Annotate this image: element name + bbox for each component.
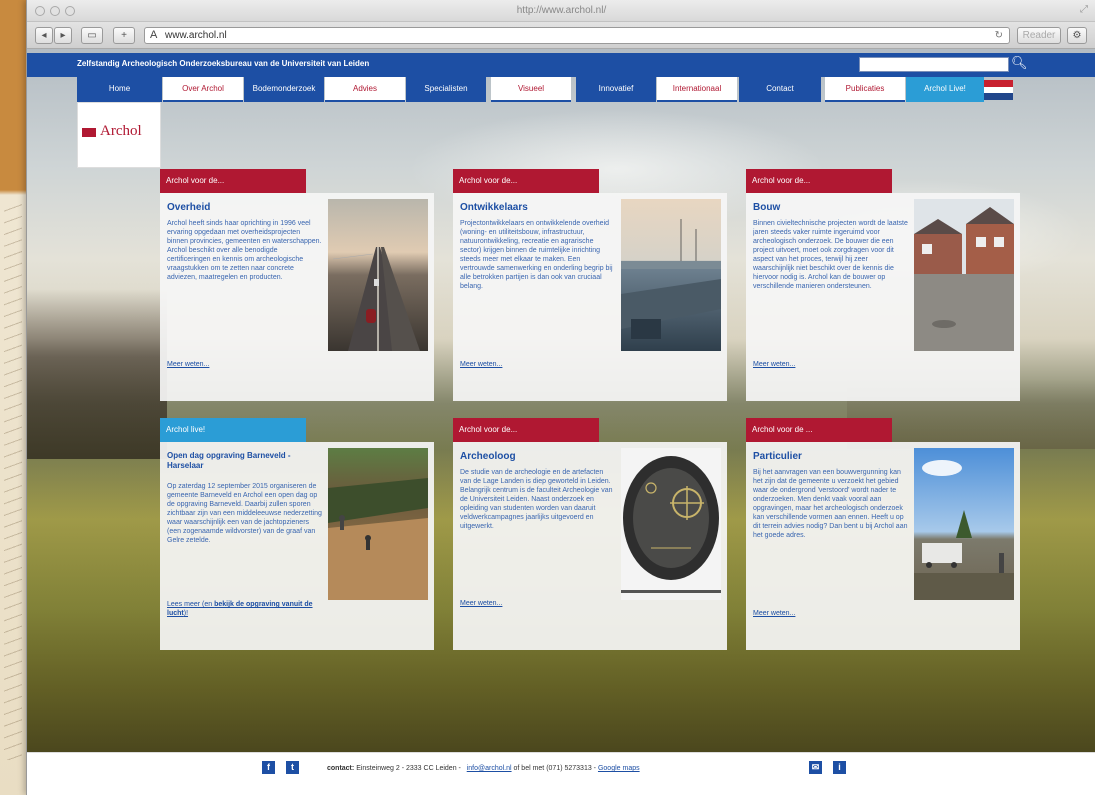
card-ontwikkelaars: Ontwikkelaars Projectontwikkelaars en on… (453, 193, 727, 401)
nav-archol-live[interactable]: Archol Live! (906, 77, 984, 102)
excavation-photo (328, 448, 428, 600)
add-bookmark-button[interactable]: + (113, 27, 135, 44)
construction-site-photo (621, 199, 721, 351)
reader-button[interactable]: Reader (1017, 27, 1061, 44)
card-category-tab: Archol voor de... (746, 169, 892, 193)
card-particulier: Particulier Bij het aanvragen van een bo… (746, 442, 1020, 650)
logo-text: Archol (100, 123, 142, 139)
google-maps-link[interactable]: Google maps (598, 765, 640, 772)
card-more-link[interactable]: Meer weten... (753, 610, 795, 617)
site-footer: f t contact: Einsteinweg 2 - 2333 CC Lei… (27, 752, 1095, 795)
highway-photo (328, 199, 428, 351)
houses-photo (914, 199, 1014, 351)
email-icon[interactable]: ✉ (809, 761, 822, 774)
fullscreen-icon[interactable]: ⤢ (1080, 4, 1088, 15)
browser-window: http://www.archol.nl/ ⤢ ◂ ▸ ▭ + A www.ar… (26, 0, 1095, 795)
window-title: http://www.archol.nl/ (516, 5, 607, 16)
settings-gear-icon[interactable]: ⚙ (1067, 27, 1087, 44)
card-text: Binnen civieltechnische projecten wordt … (753, 220, 908, 290)
email-link[interactable]: info@archol.nl (467, 765, 512, 772)
card-category-tab: Archol voor de... (160, 169, 306, 193)
card-more-link[interactable]: Lees meer (en bekijk de opgraving vanuit… (167, 600, 317, 618)
card-more-link[interactable]: Meer weten... (167, 361, 209, 368)
dutch-flag-icon[interactable] (984, 80, 1013, 100)
nav-home[interactable]: Home (77, 77, 162, 102)
card-text: Bij het aanvragen van een bouwvergunning… (753, 469, 908, 539)
site-tagline: Zelfstandig Archeologisch Onderzoeksbure… (77, 59, 370, 68)
card-more-link[interactable]: Meer weten... (460, 600, 502, 607)
search-icon[interactable]: 🔍︎ (1011, 55, 1028, 71)
reload-icon[interactable]: ↻ (995, 28, 1003, 43)
site-logo[interactable]: Archol (77, 102, 161, 168)
site-icon: A (150, 29, 158, 41)
artifact-bowl-photo (621, 448, 721, 600)
desktop-background (0, 0, 26, 795)
card-category-tab: Archol voor de ... (746, 418, 892, 442)
card-text: Archol heeft sinds haar oprichting in 19… (167, 220, 322, 281)
nav-specialisten[interactable]: Specialisten (406, 77, 486, 102)
card-overheid: Overheid Archol heeft sinds haar opricht… (160, 193, 434, 401)
card-category-tab: Archol voor de... (453, 418, 599, 442)
main-navigation: Home Over Archol Bodemonderzoek Advies S… (77, 77, 1015, 102)
nav-over-archol[interactable]: Over Archol (163, 77, 243, 102)
card-text: De studie van de archeologie en de artef… (460, 469, 613, 530)
card-more-link[interactable]: Meer weten... (460, 361, 502, 368)
card-title[interactable]: Open dag opgraving Barneveld - Harselaar (167, 451, 322, 471)
nav-internationaal[interactable]: Internationaal (657, 77, 737, 102)
card-text: Projectontwikkelaars en ontwikkelende ov… (460, 220, 613, 290)
card-category-tab: Archol voor de... (453, 169, 599, 193)
card-bouw: Bouw Binnen civieltechnische projecten w… (746, 193, 1020, 401)
show-all-tabs-button[interactable]: ▭ (81, 27, 103, 44)
logo-mark (82, 128, 96, 137)
card-text: Op zaterdag 12 september 2015 organisere… (167, 483, 322, 544)
nav-publicaties[interactable]: Publicaties (825, 77, 905, 102)
card-archol-live: Open dag opgraving Barneveld - Harselaar… (160, 442, 434, 650)
address-text: www.archol.nl (165, 30, 227, 41)
nav-visueel[interactable]: Visueel (491, 77, 571, 102)
nav-innovatief[interactable]: Innovatief (576, 77, 656, 102)
contact-phone: of bel met (071) 5273313 - (513, 765, 597, 772)
contact-address: Einsteinweg 2 - 2333 CC Leiden - (356, 765, 461, 772)
card-title[interactable]: Overheid (167, 202, 210, 213)
contact-label: contact: (327, 765, 355, 772)
search-input[interactable] (859, 57, 1009, 72)
field-caravan-photo (914, 448, 1014, 600)
more-link-suffix: )! (183, 610, 189, 617)
info-icon[interactable]: i (833, 761, 846, 774)
title-bar: http://www.archol.nl/ ⤢ (27, 0, 1095, 22)
back-button[interactable]: ◂ (35, 27, 53, 44)
card-title[interactable]: Ontwikkelaars (460, 202, 528, 213)
card-more-link[interactable]: Meer weten... (753, 361, 795, 368)
nav-advies[interactable]: Advies (325, 77, 405, 102)
address-bar[interactable]: A www.archol.nl ↻ (144, 27, 1010, 44)
card-title[interactable]: Particulier (753, 451, 802, 462)
nav-contact[interactable]: Contact (739, 77, 821, 102)
card-title[interactable]: Archeoloog (460, 451, 516, 462)
forward-button[interactable]: ▸ (54, 27, 72, 44)
twitter-icon[interactable]: t (286, 761, 299, 774)
site-top-bar: Zelfstandig Archeologisch Onderzoeksbure… (27, 53, 1095, 77)
card-archeoloog: Archeoloog De studie van de archeologie … (453, 442, 727, 650)
facebook-icon[interactable]: f (262, 761, 275, 774)
browser-toolbar: ◂ ▸ ▭ + A www.archol.nl ↻ Reader ⚙ (27, 22, 1095, 49)
footer-contact: contact: Einsteinweg 2 - 2333 CC Leiden … (327, 765, 640, 772)
card-category-tab: Archol live! (160, 418, 306, 442)
card-title[interactable]: Bouw (753, 202, 780, 213)
website-content: Zelfstandig Archeologisch Onderzoeksbure… (27, 49, 1095, 752)
nav-bodemonderzoek[interactable]: Bodemonderzoek (244, 77, 324, 102)
more-link-prefix: Lees meer (en (167, 601, 215, 608)
